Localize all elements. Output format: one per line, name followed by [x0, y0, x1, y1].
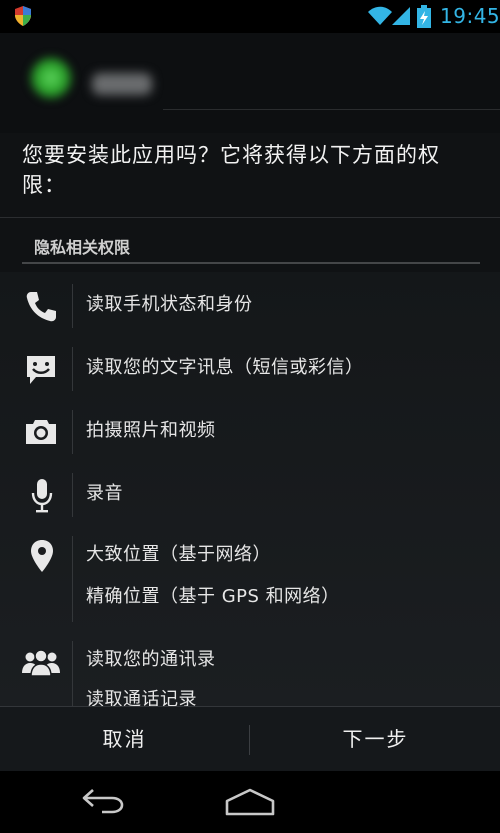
permission-label: 精确位置（基于 GPS 和网络）: [86, 586, 340, 607]
item-separator: [72, 284, 73, 328]
item-separator: [72, 641, 73, 706]
header-divider: [163, 109, 500, 110]
button-bar: 取消 下一步: [0, 706, 500, 772]
app-name-blurred: [92, 73, 152, 95]
status-bar: 19:45: [0, 0, 500, 33]
permission-label: 大致位置（基于网络）: [86, 544, 271, 565]
section-rule: [22, 262, 480, 264]
message-icon: [27, 356, 55, 384]
permission-item-camera: 拍摄照片和视频: [0, 398, 500, 458]
permission-label: 读取您的文字讯息（短信或彩信）: [86, 357, 364, 378]
navigation-bar: [0, 771, 500, 833]
permission-item-microphone: 录音: [0, 461, 500, 521]
permission-item-location: 大致位置（基于网络） 精确位置（基于 GPS 和网络）: [0, 524, 500, 626]
shield-icon: [15, 6, 31, 26]
location-pin-icon: [31, 540, 53, 572]
install-question: 您要安装此应用吗？它将获得以下方面的权限：: [22, 143, 440, 197]
home-icon[interactable]: [224, 788, 276, 816]
next-button[interactable]: 下一步: [251, 707, 500, 772]
cancel-button[interactable]: 取消: [0, 707, 249, 772]
battery-charging-icon: [417, 5, 431, 28]
item-separator: [72, 536, 73, 622]
phone-icon: [26, 292, 56, 322]
permission-item-contacts: 读取您的通讯录 读取通话记录: [0, 639, 500, 706]
back-icon[interactable]: [80, 787, 126, 815]
permission-label: 录音: [86, 483, 123, 504]
permission-label: 拍摄照片和视频: [86, 420, 216, 441]
permission-item-messages: 读取您的文字讯息（短信或彩信）: [0, 335, 500, 395]
signal-icon: [392, 7, 410, 25]
permission-label: 读取通话记录: [86, 689, 197, 706]
permission-list[interactable]: 读取手机状态和身份 读取您的文字讯息（短信或彩信） 拍摄照片和视频 录音 大致位…: [0, 272, 500, 706]
camera-icon: [26, 420, 56, 444]
contacts-icon: [22, 649, 60, 677]
item-separator: [72, 410, 73, 454]
permission-label: 读取您的通讯录: [86, 649, 216, 670]
permission-label: 读取手机状态和身份: [86, 294, 253, 315]
permission-item-phone: 读取手机状态和身份: [0, 272, 500, 332]
status-time: 19:45: [440, 4, 500, 28]
button-divider: [249, 725, 250, 755]
item-separator: [72, 347, 73, 391]
main-divider: [0, 217, 500, 218]
section-title: 隐私相关权限: [34, 238, 131, 257]
item-separator: [72, 473, 73, 517]
wifi-icon: [368, 6, 392, 25]
app-icon: [28, 55, 74, 101]
app-header: [0, 33, 500, 133]
microphone-icon: [31, 479, 53, 513]
